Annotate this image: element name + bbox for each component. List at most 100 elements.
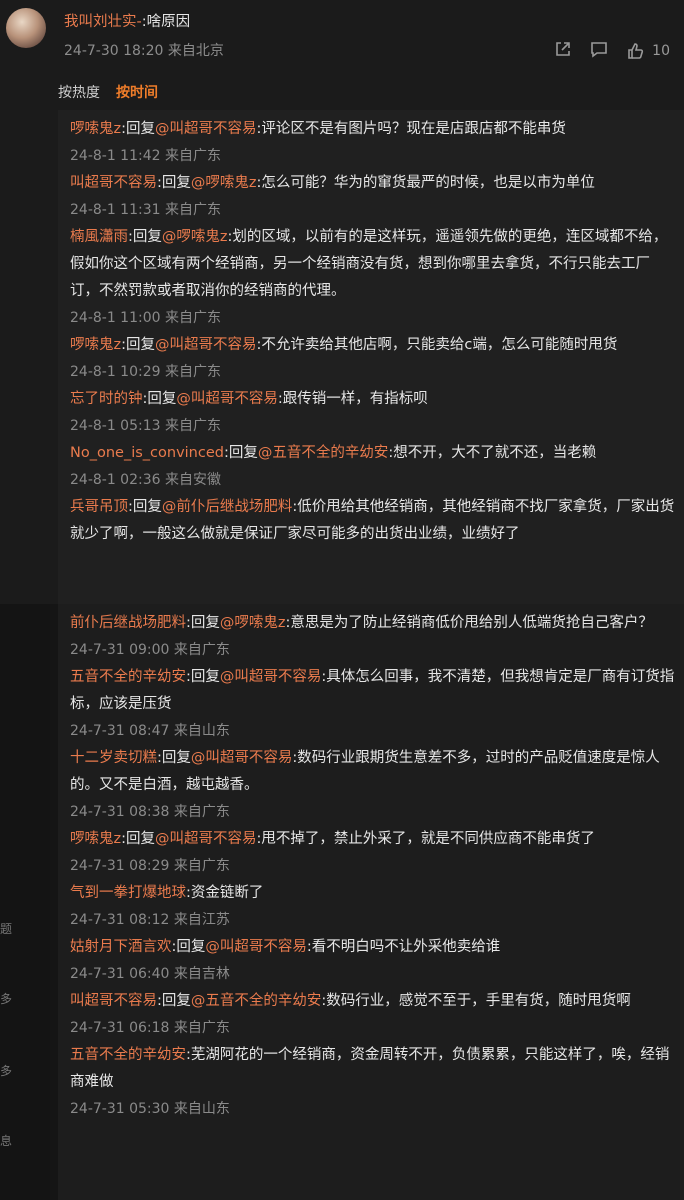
reply-username[interactable]: 兵哥吊顶 (70, 499, 128, 515)
reply-time: 24-7-31 08:47 来自山东 (70, 723, 230, 739)
reply-username[interactable]: 前仆后继战场肥料 (70, 615, 186, 631)
reply-text-line: 兵哥吊顶:回复@前仆后继战场肥料:低价甩给其他经销商，其他经销商不找厂家拿货，厂… (70, 494, 676, 548)
reply-text-line: 五音不全的辛幼安:芜湖阿花的一个经销商，资金周转不开，负债累累，只能这样了，唉，… (70, 1042, 676, 1096)
reply-item: 十二岁卖切糕:回复@叫超哥不容易:数码行业跟期货生意差不多，过时的产品贬值速度是… (70, 745, 676, 826)
reply-time: 24-8-1 10:29 来自广东 (70, 364, 221, 380)
reply-prefix: :回复 (157, 175, 191, 191)
reply-username[interactable]: 气到一拳打爆地球 (70, 885, 186, 901)
reply-prefix: :回复 (121, 337, 156, 353)
reply-item: 啰嗦鬼z:回复@叫超哥不容易:不允许卖给其他店啊，只能卖给c端，怎么可能随时甩货… (70, 332, 676, 386)
reply-prefix: :回复 (128, 229, 162, 245)
reply-username[interactable]: 啰嗦鬼z (70, 337, 121, 353)
side-label: 多 (0, 992, 13, 1006)
mention-link[interactable]: @叫超哥不容易 (191, 750, 293, 766)
reply-time: 24-7-31 06:40 来自吉林 (70, 966, 230, 982)
reply-item: 啰嗦鬼z:回复@叫超哥不容易:评论区不是有图片吗？现在是店跟店都不能串货 24-8… (70, 116, 676, 170)
reply-text-line: 楠風瀟雨:回复@啰嗦鬼z:划的区域，以前有的是这样玩，遥遥领先做的更绝，连区域都… (70, 224, 676, 305)
reply-item: 叫超哥不容易:回复@啰嗦鬼z:怎么可能？华为的窜货最严的时候，也是以市为单位 24… (70, 170, 676, 224)
reply-username[interactable]: 忘了时的钟 (70, 391, 143, 407)
reply-list-top: 啰嗦鬼z:回复@叫超哥不容易:评论区不是有图片吗？现在是店跟店都不能串货 24-8… (70, 116, 676, 548)
reply-item: 五音不全的辛幼安:回复@叫超哥不容易:具体怎么回事，我不清楚，但我想肯定是厂商有… (70, 664, 676, 745)
reply-time: 24-7-31 08:12 来自江苏 (70, 912, 230, 928)
mention-link[interactable]: @叫超哥不容易 (155, 831, 257, 847)
mention-link[interactable]: @叫超哥不容易 (176, 391, 278, 407)
reply-body: :意思是为了防止经销商低价甩给别人低端货抢自己客户？ (285, 615, 653, 631)
reply-body: :跟传销一样，有指标呗 (277, 391, 428, 407)
reply-text-line: 啰嗦鬼z:回复@叫超哥不容易:评论区不是有图片吗？现在是店跟店都不能串货 (70, 116, 676, 143)
reply-body: :看不明白吗不让外采他卖给谁 (306, 939, 501, 955)
reply-item: 姑射月下酒言欢:回复@叫超哥不容易:看不明白吗不让外采他卖给谁 24-7-31 0… (70, 934, 676, 988)
comment-username[interactable]: 我叫刘壮实- (64, 14, 142, 30)
reply-prefix: :回复 (186, 615, 220, 631)
reply-text-line: 叫超哥不容易:回复@啰嗦鬼z:怎么可能？华为的窜货最严的时候，也是以市为单位 (70, 170, 676, 197)
reply-text-line: 啰嗦鬼z:回复@叫超哥不容易:甩不掉了，禁止外采了，就是不同供应商不能串货了 (70, 826, 676, 853)
reply-username[interactable]: 十二岁卖切糕 (70, 750, 157, 766)
reply-username[interactable]: 五音不全的辛幼安 (70, 669, 186, 685)
reply-prefix: :回复 (142, 391, 177, 407)
reply-prefix: :回复 (171, 939, 206, 955)
reply-time: 24-8-1 05:13 来自广东 (70, 418, 221, 434)
sort-by-time[interactable]: 按时间 (116, 82, 158, 102)
reply-username[interactable]: 五音不全的辛幼安 (70, 1047, 186, 1063)
avatar[interactable] (6, 8, 46, 48)
mention-link[interactable]: @啰嗦鬼z (162, 229, 228, 245)
top-section: 我叫刘壮实-:啥原因 24-7-30 18:20 来自北京 10 按热度 按时间… (0, 0, 684, 604)
reply-username[interactable]: 姑射月下酒言欢 (70, 939, 172, 955)
reply-username[interactable]: No_one_is_convinced (70, 445, 224, 461)
reply-time: 24-8-1 11:42 来自广东 (70, 148, 221, 164)
reply-body: :资金链断了 (186, 885, 264, 901)
reply-prefix: :回复 (121, 121, 156, 137)
reply-body: :不允许卖给其他店啊，只能卖给c端，怎么可能随时甩货 (256, 337, 618, 353)
reply-item: 啰嗦鬼z:回复@叫超哥不容易:甩不掉了，禁止外采了，就是不同供应商不能串货了 24… (70, 826, 676, 880)
reply-item: 前仆后继战场肥料:回复@啰嗦鬼z:意思是为了防止经销商低价甩给别人低端货抢自己客… (70, 610, 676, 664)
reply-prefix: :回复 (157, 750, 191, 766)
reply-item: 忘了时的钟:回复@叫超哥不容易:跟传销一样，有指标呗 24-8-1 05:13 来… (70, 386, 676, 440)
side-label: 多 (0, 1064, 13, 1078)
reply-body: :怎么可能？华为的窜货最严的时候，也是以市为单位 (256, 175, 595, 191)
side-label: 题 (0, 922, 13, 936)
left-side-panel: 题 多 多 息 (0, 604, 50, 1200)
reply-prefix: :回复 (121, 831, 156, 847)
reply-text-line: 啰嗦鬼z:回复@叫超哥不容易:不允许卖给其他店啊，只能卖给c端，怎么可能随时甩货 (70, 332, 676, 359)
reply-time: 24-7-31 08:38 来自广东 (70, 804, 230, 820)
reply-prefix: :回复 (157, 993, 191, 1009)
reply-prefix: :回复 (128, 499, 162, 515)
reply-text-line: 气到一拳打爆地球:资金链断了 (70, 880, 676, 907)
reply-item: 叫超哥不容易:回复@五音不全的辛幼安:数码行业，感觉不至于，手里有货，随时甩货啊… (70, 988, 676, 1042)
reply-time: 24-8-1 11:00 来自广东 (70, 310, 221, 326)
reply-text-line: 五音不全的辛幼安:回复@叫超哥不容易:具体怎么回事，我不清楚，但我想肯定是厂商有… (70, 664, 676, 718)
mention-link[interactable]: @叫超哥不容易 (155, 121, 257, 137)
mention-link[interactable]: @五音不全的辛幼安 (191, 993, 322, 1009)
reply-list-bottom: 前仆后继战场肥料:回复@啰嗦鬼z:意思是为了防止经销商低价甩给别人低端货抢自己客… (70, 610, 676, 1123)
reply-time: 24-7-31 09:00 来自广东 (70, 642, 230, 658)
reply-username[interactable]: 啰嗦鬼z (70, 831, 121, 847)
mention-link[interactable]: @叫超哥不容易 (220, 669, 322, 685)
share-icon[interactable] (554, 40, 572, 62)
like-button[interactable]: 10 (626, 42, 670, 60)
reply-text-line: 叫超哥不容易:回复@五音不全的辛幼安:数码行业，感觉不至于，手里有货，随时甩货啊 (70, 988, 676, 1015)
bottom-section: 题 多 多 息 前仆后继战场肥料:回复@啰嗦鬼z:意思是为了防止经销商低价甩给别… (0, 604, 684, 1200)
reply-username[interactable]: 叫超哥不容易 (70, 175, 157, 191)
mention-link[interactable]: @啰嗦鬼z (191, 175, 257, 191)
reply-panel-bottom: 前仆后继战场肥料:回复@啰嗦鬼z:意思是为了防止经销商低价甩给别人低端货抢自己客… (58, 604, 684, 1200)
reply-body: :想不开，大不了就不还，当老赖 (388, 445, 597, 461)
reply-item: 气到一拳打爆地球:资金链断了 24-7-31 08:12 来自江苏 (70, 880, 676, 934)
reply-username[interactable]: 楠風瀟雨 (70, 229, 128, 245)
reply-panel-top: 啰嗦鬼z:回复@叫超哥不容易:评论区不是有图片吗？现在是店跟店都不能串货 24-8… (58, 110, 684, 604)
comment-icon[interactable] (590, 40, 608, 62)
reply-body: :评论区不是有图片吗？现在是店跟店都不能串货 (256, 121, 566, 137)
reply-username[interactable]: 啰嗦鬼z (70, 121, 121, 137)
comment-text: :啥原因 (141, 14, 191, 30)
mention-link[interactable]: @前仆后继战场肥料 (162, 499, 293, 515)
reply-text-line: 十二岁卖切糕:回复@叫超哥不容易:数码行业跟期货生意差不多，过时的产品贬值速度是… (70, 745, 676, 799)
reply-item: 兵哥吊顶:回复@前仆后继战场肥料:低价甩给其他经销商，其他经销商不找厂家拿货，厂… (70, 494, 676, 548)
mention-link[interactable]: @啰嗦鬼z (220, 615, 286, 631)
mention-link[interactable]: @五音不全的辛幼安 (258, 445, 389, 461)
reply-username[interactable]: 叫超哥不容易 (70, 993, 157, 1009)
sort-by-hot[interactable]: 按热度 (58, 82, 100, 102)
mention-link[interactable]: @叫超哥不容易 (155, 337, 257, 353)
reply-item: No_one_is_convinced:回复@五音不全的辛幼安:想不开，大不了就… (70, 440, 676, 494)
reply-time: 24-8-1 02:36 来自安徽 (70, 472, 221, 488)
mention-link[interactable]: @叫超哥不容易 (205, 939, 307, 955)
reply-body: :甩不掉了，禁止外采了，就是不同供应商不能串货了 (256, 831, 595, 847)
